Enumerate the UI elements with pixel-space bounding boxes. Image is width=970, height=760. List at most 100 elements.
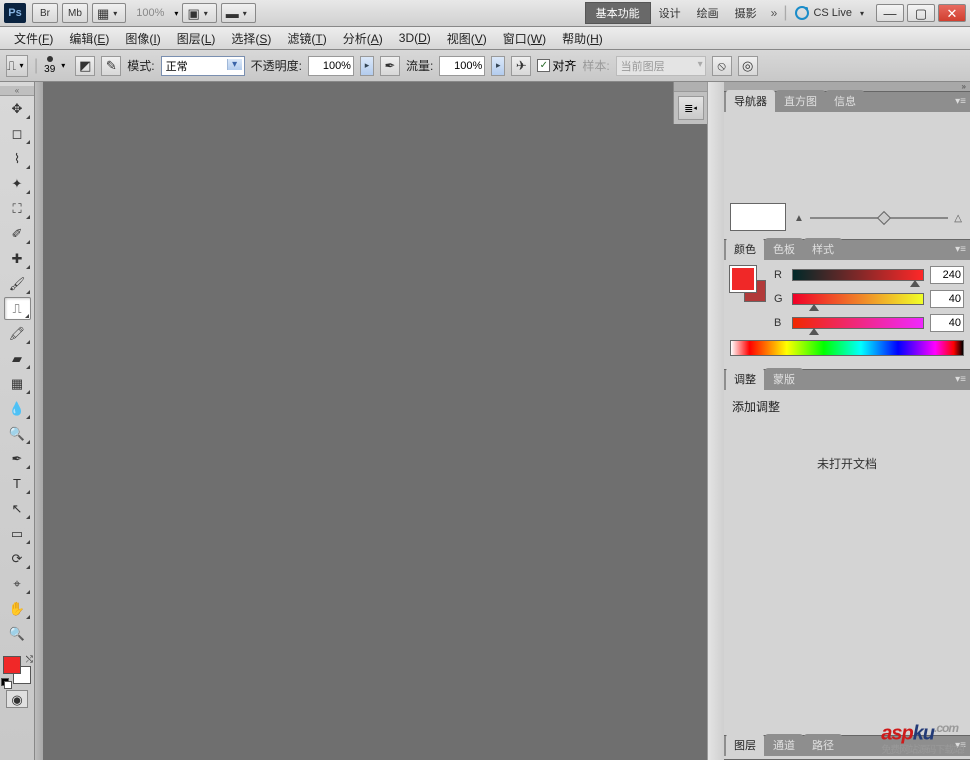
shape-tool[interactable]: ▭: [4, 522, 31, 545]
vertical-scrollbar[interactable]: [707, 82, 724, 760]
watermark: aspku.com 免费网站源码下载站!: [881, 721, 964, 756]
default-colors-icon[interactable]: [1, 678, 9, 686]
healing-tool[interactable]: ✚: [4, 247, 31, 270]
workspace-photo[interactable]: 摄影: [727, 3, 765, 23]
menu-文件[interactable]: 文件(F): [6, 28, 61, 49]
menu-编辑[interactable]: 编辑(E): [61, 28, 117, 49]
tab-navigator[interactable]: 导航器: [726, 90, 775, 112]
tab-info[interactable]: 信息: [826, 90, 864, 112]
opacity-pressure-toggle[interactable]: ✒: [380, 56, 400, 76]
g-slider[interactable]: [792, 293, 924, 305]
zoom-tool[interactable]: 🔍: [4, 622, 31, 645]
tab-color[interactable]: 颜色: [726, 238, 764, 260]
close-button[interactable]: ✕: [938, 4, 966, 22]
type-tool[interactable]: T: [4, 472, 31, 495]
menu-图层[interactable]: 图层(L): [169, 28, 224, 49]
dock-history-icon[interactable]: ≣◂: [678, 96, 704, 120]
color-fg-swatch[interactable]: [730, 266, 756, 292]
gradient-tool[interactable]: ▦: [4, 372, 31, 395]
color-menu-icon[interactable]: ▾≡: [955, 244, 966, 255]
cslive-button[interactable]: CS Live▾: [795, 6, 868, 20]
menu-视图[interactable]: 视图(V): [439, 28, 495, 49]
current-tool-icon[interactable]: ⎍▾: [6, 55, 28, 77]
bridge-button[interactable]: Br: [32, 3, 58, 23]
zoom-out-icon[interactable]: ▲: [794, 213, 804, 224]
menu-分析[interactable]: 分析(A): [335, 28, 391, 49]
color-panel-swatch[interactable]: [730, 266, 766, 302]
eyedropper-tool[interactable]: ✐: [4, 222, 31, 245]
g-input[interactable]: [930, 290, 964, 308]
tab-layers[interactable]: 图层: [726, 734, 764, 756]
aligned-checkbox[interactable]: ✓ 对齐: [537, 57, 576, 74]
tab-adjustments[interactable]: 调整: [726, 368, 764, 390]
airbrush-toggle[interactable]: ✈: [511, 56, 531, 76]
tab-styles[interactable]: 样式: [804, 238, 842, 260]
brush-preset-picker[interactable]: 39 ▾: [44, 56, 69, 75]
tab-masks[interactable]: 蒙版: [765, 368, 803, 390]
foreground-color[interactable]: [3, 656, 21, 674]
zoom-dropdown-icon[interactable]: ▾: [170, 7, 182, 19]
quickmask-toggle[interactable]: ◉: [6, 690, 28, 708]
workspace-design[interactable]: 设计: [651, 3, 689, 23]
blend-mode-select[interactable]: 正常: [161, 56, 245, 76]
r-slider[interactable]: [792, 269, 924, 281]
tab-swatches[interactable]: 色板: [765, 238, 803, 260]
tab-channels[interactable]: 通道: [765, 734, 803, 756]
r-input[interactable]: [930, 266, 964, 284]
stamp-tool[interactable]: ⎍: [4, 297, 31, 320]
wand-tool[interactable]: ✦: [4, 172, 31, 195]
arrange-docs-button[interactable]: ▦▾: [92, 3, 126, 23]
blur-tool[interactable]: 💧: [4, 397, 31, 420]
crop-tool[interactable]: ⛶: [4, 197, 31, 220]
menu-选择[interactable]: 选择(S): [223, 28, 279, 49]
minimize-button[interactable]: —: [876, 4, 904, 22]
dodge-tool[interactable]: 🔍: [4, 422, 31, 445]
zoom-in-icon[interactable]: △: [954, 213, 962, 224]
minibridge-button[interactable]: Mb: [62, 3, 88, 23]
pen-tool[interactable]: ✒: [4, 447, 31, 470]
marquee-tool[interactable]: ◻: [4, 122, 31, 145]
menu-滤镜[interactable]: 滤镜(T): [279, 28, 334, 49]
menu-3D[interactable]: 3D(D): [391, 29, 439, 47]
lasso-tool[interactable]: ⌇: [4, 147, 31, 170]
swap-colors-icon[interactable]: ⤭: [26, 654, 33, 665]
history-brush-tool[interactable]: 🖍: [4, 322, 31, 345]
ignore-adjust-toggle[interactable]: ⦸: [712, 56, 732, 76]
opacity-input[interactable]: [308, 56, 354, 76]
brush-settings-toggle[interactable]: ✎: [101, 56, 121, 76]
brush-panel-toggle[interactable]: ◩: [75, 56, 95, 76]
eraser-tool[interactable]: ▰: [4, 347, 31, 370]
3d-tool[interactable]: ⟳: [4, 547, 31, 570]
navigator-preview[interactable]: [730, 203, 786, 231]
tab-paths[interactable]: 路径: [804, 734, 842, 756]
color-ramp[interactable]: [730, 340, 964, 356]
brush-tool[interactable]: 🖌: [4, 272, 31, 295]
opacity-arrow[interactable]: ▸: [360, 56, 374, 76]
tab-histogram[interactable]: 直方图: [776, 90, 825, 112]
adjustments-menu-icon[interactable]: ▾≡: [955, 374, 966, 385]
navigator-zoom-slider[interactable]: [810, 217, 948, 219]
navigator-menu-icon[interactable]: ▾≡: [955, 96, 966, 107]
b-input[interactable]: [930, 314, 964, 332]
quickmask-icon: ◉: [11, 693, 22, 706]
workspace-more-icon[interactable]: »: [771, 6, 778, 20]
screen-mode-button[interactable]: ▣▾: [182, 3, 216, 23]
toolbox-collapse[interactable]: «: [0, 86, 34, 96]
3d-camera-tool[interactable]: ⌖: [4, 572, 31, 595]
flow-arrow[interactable]: ▸: [491, 56, 505, 76]
hand-tool[interactable]: ✋: [4, 597, 31, 620]
path-select-tool[interactable]: ↖: [4, 497, 31, 520]
move-tool[interactable]: ✥: [4, 97, 31, 120]
dock-toggle[interactable]: [674, 82, 707, 92]
pressure-size-toggle[interactable]: ◎: [738, 56, 758, 76]
b-slider[interactable]: [792, 317, 924, 329]
foreground-background-swatch[interactable]: ⤭: [3, 656, 31, 684]
menu-图像[interactable]: 图像(I): [117, 28, 168, 49]
menu-帮助[interactable]: 帮助(H): [554, 28, 611, 49]
workspace-paint[interactable]: 绘画: [689, 3, 727, 23]
extras-button[interactable]: ▬▾: [221, 3, 256, 23]
workspace-basic[interactable]: 基本功能: [585, 2, 651, 24]
menu-窗口[interactable]: 窗口(W): [495, 28, 554, 49]
maximize-button[interactable]: ▢: [907, 4, 935, 22]
flow-input[interactable]: [439, 56, 485, 76]
